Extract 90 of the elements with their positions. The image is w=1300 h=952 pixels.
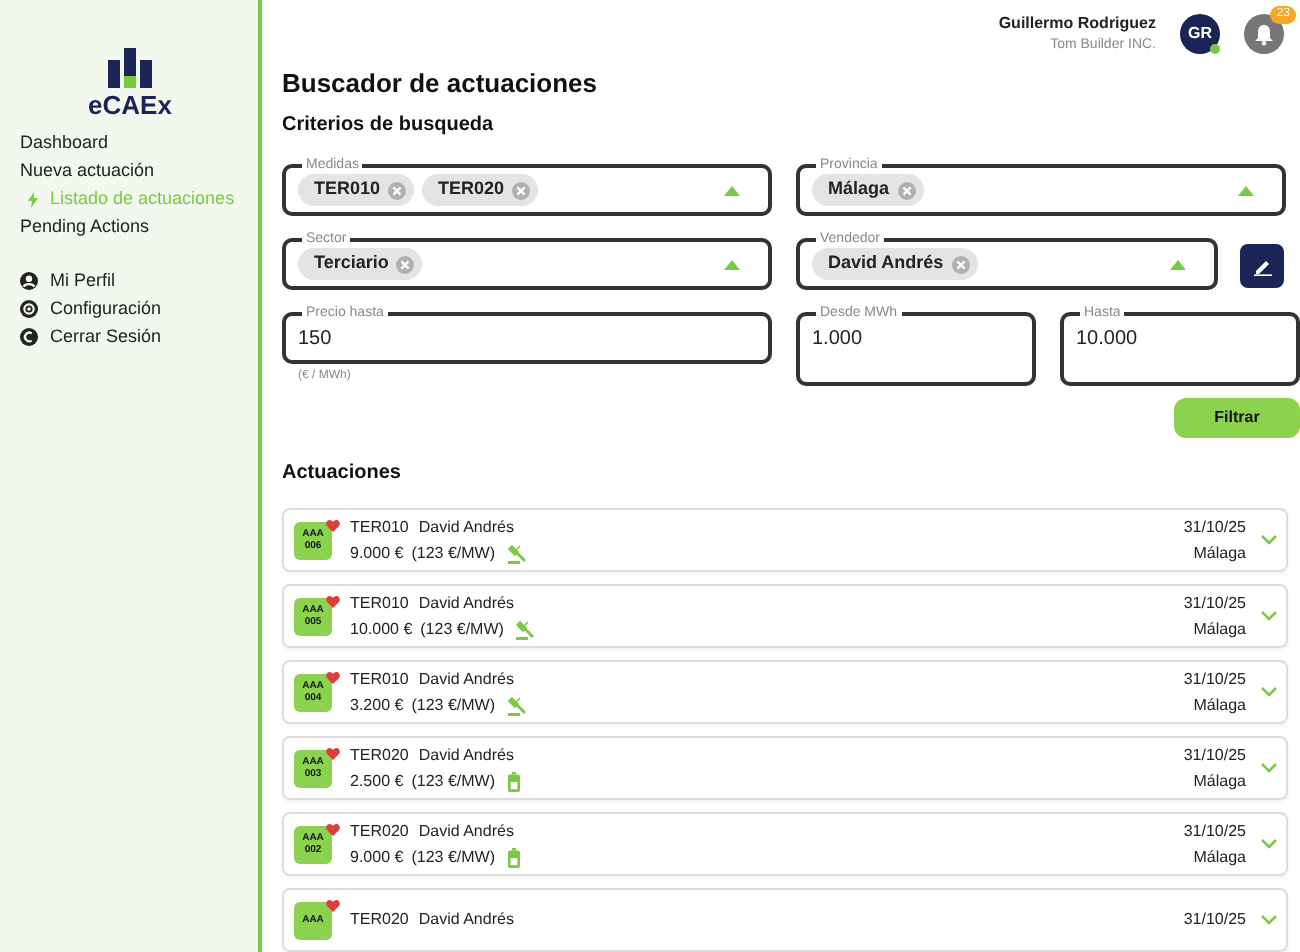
nav-item[interactable]: Pending Actions (20, 216, 258, 238)
remove-icon[interactable] (951, 255, 970, 273)
location: Málaga (1193, 543, 1246, 563)
filter-chip[interactable]: TER020 (422, 174, 539, 206)
remove-icon[interactable] (897, 181, 916, 199)
page-title: Buscador de actuaciones (282, 68, 599, 100)
date: 31/10/25 (1183, 821, 1246, 841)
logo-text: eCAEx (88, 92, 172, 120)
nav-item[interactable]: Dashboard (20, 132, 258, 154)
chevron-down-icon[interactable] (1260, 610, 1278, 622)
dropdown-caret-icon[interactable] (1238, 185, 1254, 195)
chevron-down-icon[interactable] (1260, 686, 1278, 698)
seller-name: David Andrés (418, 669, 514, 689)
gavel-icon (507, 543, 529, 563)
account-menu-item[interactable]: Configuración (20, 298, 258, 320)
date: 31/10/25 (1183, 910, 1246, 930)
remove-icon[interactable] (396, 255, 415, 273)
chevron-down-icon[interactable] (1260, 762, 1278, 774)
account-menu-item[interactable]: Mi Perfil (20, 270, 258, 292)
price: 9.000 € (350, 543, 404, 563)
edit-button[interactable] (1240, 244, 1284, 288)
field-value: 1.000 (812, 325, 863, 353)
seller-name: David Andrés (418, 593, 514, 613)
heart-icon (326, 595, 340, 607)
measure-code: TER020 (350, 745, 409, 765)
user-name: Guillermo Rodriguez (998, 11, 1156, 36)
filter-chip[interactable]: Málaga (812, 174, 924, 206)
filter-chip[interactable]: Terciario (298, 248, 423, 280)
heart-icon (326, 747, 340, 759)
measure-code: TER020 (350, 821, 409, 841)
account-menu-item[interactable]: Cerrar Sesión (20, 326, 258, 348)
gavel-icon (515, 619, 538, 639)
heart-icon (326, 899, 340, 911)
filter-chip[interactable]: David Andrés (812, 248, 978, 280)
seller-name: David Andrés (418, 745, 514, 765)
measure-code: TER010 (350, 669, 409, 689)
filter-chip[interactable]: TER010 (298, 174, 415, 206)
settings-icon (20, 300, 38, 318)
pencil-icon (1253, 257, 1271, 275)
chevron-down-icon[interactable] (1260, 838, 1278, 850)
seller-name: David Andrés (418, 517, 514, 537)
bell-icon (1254, 23, 1274, 45)
heart-icon (326, 823, 340, 835)
chevron-down-icon[interactable] (1260, 914, 1278, 926)
seller-name: David Andrés (418, 910, 514, 930)
field-value: 150 (298, 325, 332, 353)
user-avatar[interactable]: GR (1180, 14, 1220, 54)
chevron-down-icon[interactable] (1260, 534, 1278, 546)
date: 31/10/25 (1183, 745, 1246, 765)
date: 31/10/25 (1183, 517, 1246, 537)
gavel-icon (507, 695, 529, 715)
price-rate: (123 €/MW) (411, 543, 495, 563)
heart-icon (326, 671, 340, 683)
price-rate: (123 €/MW) (411, 771, 495, 791)
remove-icon[interactable] (512, 181, 531, 199)
bolt-icon (28, 191, 38, 207)
price-rate: (123 €/MW) (420, 619, 504, 639)
measure-code: TER010 (350, 517, 409, 537)
user-icon (20, 272, 38, 290)
field-value: 10.000 (1076, 325, 1138, 353)
price: 3.200 € (350, 695, 404, 715)
price: 9.000 € (350, 847, 404, 867)
online-indicator (1210, 44, 1220, 54)
location: Málaga (1193, 771, 1246, 791)
notifications-button[interactable] (1244, 14, 1284, 54)
dropdown-caret-icon[interactable] (724, 185, 740, 195)
dropdown-caret-icon[interactable] (1170, 259, 1186, 269)
logo-icon (108, 48, 152, 92)
battery-icon (507, 771, 519, 791)
date: 31/10/25 (1183, 593, 1246, 613)
price-rate: (123 €/MW) (411, 695, 495, 715)
battery-icon (507, 847, 519, 867)
price: 10.000 € (350, 619, 413, 639)
location: Málaga (1193, 619, 1246, 639)
date: 31/10/25 (1183, 669, 1246, 689)
dropdown-caret-icon[interactable] (724, 259, 740, 269)
logout-icon (20, 328, 38, 346)
remove-icon[interactable] (388, 181, 407, 199)
heart-icon (326, 519, 340, 531)
measure-code: TER010 (350, 593, 409, 613)
location: Málaga (1193, 847, 1246, 867)
section-title: Actuaciones (282, 460, 403, 488)
measure-code: TER020 (350, 910, 409, 930)
location: Málaga (1193, 695, 1246, 715)
nav-item[interactable]: Nueva actuación (20, 160, 258, 182)
price: 2.500 € (350, 771, 404, 791)
price-rate: (123 €/MW) (411, 847, 495, 867)
seller-name: David Andrés (418, 821, 514, 841)
filter-button[interactable]: Filtrar (1174, 398, 1300, 438)
section-title: Criterios de busqueda (282, 112, 496, 140)
